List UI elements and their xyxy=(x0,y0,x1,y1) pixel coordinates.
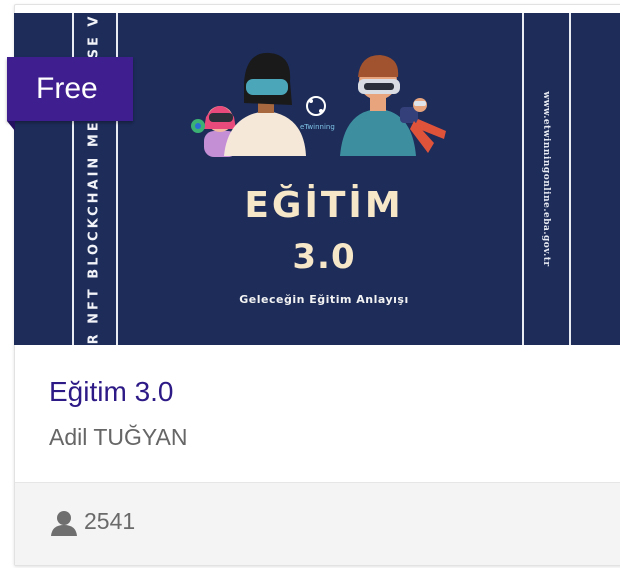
man-vr-figure xyxy=(340,55,416,156)
course-title[interactable]: Eğitim 3.0 xyxy=(49,376,174,408)
user-icon xyxy=(51,511,77,536)
free-badge: Free xyxy=(7,57,133,121)
cover-headline-version: 3.0 xyxy=(292,237,356,277)
badge-ribbon-fold xyxy=(7,121,15,131)
course-author[interactable]: Adil TUĞYAN xyxy=(49,424,187,451)
cover-subtitle: Geleceğin Eğitim Anlayışı xyxy=(239,293,409,306)
etwinning-logo-text: eTwinning xyxy=(300,123,335,131)
cover-headline: EĞİTİM xyxy=(244,185,404,226)
enrollment-count: 2541 xyxy=(84,508,136,534)
woman-vr-figure xyxy=(224,52,306,156)
etwinning-logo: eTwinning xyxy=(300,96,335,131)
